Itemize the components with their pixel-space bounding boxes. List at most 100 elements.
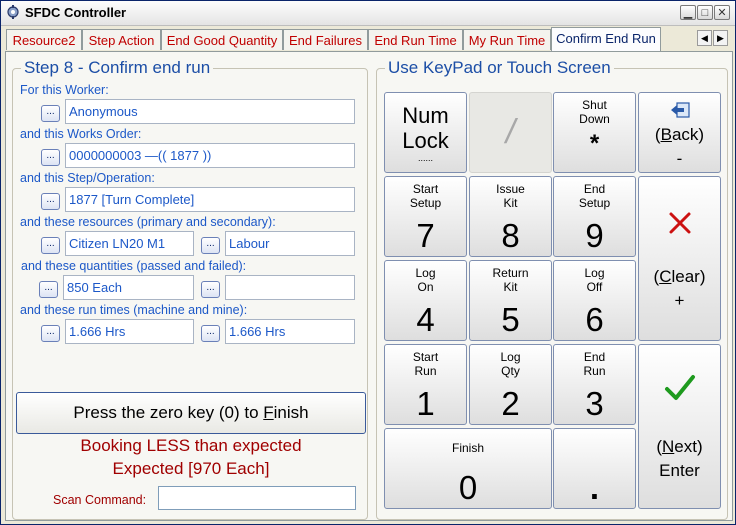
back-arrow-icon — [671, 102, 690, 118]
finish-button[interactable]: Press the zero key (0) to Finish — [16, 392, 366, 434]
back-key-sub: - — [676, 149, 683, 168]
warning-less-than-expected: Booking LESS than expected — [80, 436, 302, 455]
tab-step-action[interactable]: Step Action — [82, 29, 161, 50]
runtime-mine-browse-button[interactable]: ... — [201, 325, 220, 342]
key-7-digit: 7 — [416, 217, 435, 254]
key-4-digit: 4 — [416, 301, 435, 338]
key-8-issue-kit[interactable]: Issue Kit 8 — [469, 176, 552, 257]
worker-label: For this Worker: — [20, 83, 109, 97]
decimal-key-symbol: . — [589, 469, 600, 506]
shutdown-label-1: Shut — [582, 98, 607, 112]
tab-resource2[interactable]: Resource2 — [6, 29, 82, 50]
slash-key[interactable]: / — [469, 92, 552, 173]
numlock-line1: Num — [402, 103, 449, 128]
quantity-failed-browse-button[interactable]: ... — [201, 281, 220, 298]
clear-key-hotkey: C — [659, 267, 672, 286]
key-0-digit: 0 — [458, 469, 478, 506]
worker-field[interactable]: Anonymous — [65, 99, 355, 124]
shutdown-key[interactable]: Shut Down * — [553, 92, 636, 173]
minimize-icon[interactable]: ▁ — [680, 5, 696, 20]
key-6-log-off[interactable]: Log Off 6 — [553, 260, 636, 341]
tab-end-failures[interactable]: End Failures — [283, 29, 368, 50]
resources-label: and these resources (primary and seconda… — [20, 215, 276, 229]
key-8-label-1: Issue — [496, 182, 525, 196]
clear-key-post: lear) — [671, 267, 706, 286]
tab-strip: Resource2 Step Action End Good Quantity … — [5, 27, 733, 51]
works-order-field[interactable]: 0000000003 —(( 1877 )) — [65, 143, 355, 168]
title-bar[interactable]: SFDC Controller ▁ □ ✕ — [1, 1, 735, 26]
tab-end-good-quantity[interactable]: End Good Quantity — [161, 29, 283, 50]
decimal-key[interactable]: . — [553, 428, 636, 509]
key-5-digit: 5 — [501, 301, 520, 338]
next-enter-key[interactable]: (Next) Enter — [638, 344, 721, 509]
close-icon[interactable]: ✕ — [714, 5, 730, 20]
key-3-label-1: End — [583, 350, 606, 364]
key-8-label-2: Kit — [503, 196, 518, 210]
back-key-hotkey: B — [660, 125, 672, 144]
scan-command-input[interactable] — [158, 486, 356, 510]
next-key-sub: Enter — [659, 461, 700, 480]
scan-command-label: Scan Command: — [53, 493, 147, 507]
clear-key[interactable]: (Clear) + — [638, 176, 721, 341]
key-1-label-2: Run — [414, 364, 437, 378]
restore-icon[interactable]: □ — [697, 5, 713, 20]
shutdown-key-symbol: * — [589, 130, 600, 157]
numlock-key[interactable]: Num Lock ...... — [384, 92, 467, 173]
key-9-label-1: End — [583, 182, 606, 196]
key-4-log-on[interactable]: Log On 4 — [384, 260, 467, 341]
numlock-sub: ...... — [417, 153, 433, 163]
key-4-label-2: On — [417, 280, 434, 294]
operation-field[interactable]: 1877 [Turn Complete] — [65, 187, 355, 212]
works-order-label: and this Works Order: — [20, 127, 142, 141]
clear-key-label: (Clear) — [639, 265, 720, 288]
key-3-digit: 3 — [585, 385, 604, 422]
key-7-label-2: Setup — [409, 196, 442, 210]
worker-browse-button[interactable]: ... — [41, 105, 60, 122]
key-7-start-setup[interactable]: Start Setup 7 — [384, 176, 467, 257]
tab-scroll-left-icon[interactable]: ◀ — [697, 30, 712, 46]
key-9-digit: 9 — [585, 217, 604, 254]
key-2-log-qty[interactable]: Log Qty 2 — [469, 344, 552, 425]
back-key[interactable]: (Back) - — [638, 92, 721, 173]
slash-key-label: / — [505, 113, 516, 151]
clear-x-icon — [669, 212, 691, 234]
tab-confirm-end-run[interactable]: Confirm End Run — [551, 27, 661, 51]
key-3-end-run[interactable]: End Run 3 — [553, 344, 636, 425]
key-0-finish[interactable]: Finish 0 — [384, 428, 552, 509]
back-key-label: (Back) — [639, 123, 720, 146]
key-1-start-run[interactable]: Start Run 1 — [384, 344, 467, 425]
key-1-label-1: Start — [412, 350, 439, 364]
app-icon — [7, 5, 19, 19]
works-order-browse-button[interactable]: ... — [41, 149, 60, 166]
resource-primary-browse-button[interactable]: ... — [41, 237, 60, 254]
resource-secondary-field[interactable]: Labour — [225, 231, 355, 256]
finish-button-text-pre: Press the zero key (0) to — [73, 403, 264, 422]
key-7-label-1: Start — [412, 182, 439, 196]
key-6-label-2: Off — [586, 280, 603, 294]
runtime-machine-browse-button[interactable]: ... — [41, 325, 60, 342]
quantity-passed-browse-button[interactable]: ... — [39, 281, 58, 298]
resource-primary-field[interactable]: Citizen LN20 M1 — [65, 231, 194, 256]
key-2-digit: 2 — [501, 385, 520, 422]
key-6-digit: 6 — [585, 301, 604, 338]
quantity-passed-field[interactable]: 850 Each — [63, 275, 194, 300]
runtimes-label: and these run times (machine and mine): — [20, 303, 248, 317]
finish-button-key: F — [263, 403, 274, 422]
key-5-label-2: Kit — [503, 280, 518, 294]
quantity-failed-field[interactable] — [225, 275, 355, 300]
key-0-label: Finish — [451, 441, 484, 455]
back-key-post: ack) — [671, 125, 705, 144]
operation-browse-button[interactable]: ... — [41, 193, 60, 210]
key-5-return-kit[interactable]: Return Kit 5 — [469, 260, 552, 341]
runtime-machine-field[interactable]: 1.666 Hrs — [65, 319, 194, 344]
next-key-post: ext) — [674, 437, 703, 456]
numlock-line2: Lock — [402, 128, 449, 153]
key-2-label-2: Qty — [501, 364, 520, 378]
tab-my-run-time[interactable]: My Run Time — [463, 29, 551, 50]
resource-secondary-browse-button[interactable]: ... — [201, 237, 220, 254]
key-9-end-setup[interactable]: End Setup 9 — [553, 176, 636, 257]
tab-scroll-right-icon[interactable]: ▶ — [713, 30, 728, 46]
tab-end-run-time[interactable]: End Run Time — [368, 29, 463, 50]
runtime-mine-field[interactable]: 1.666 Hrs — [225, 319, 355, 344]
warning-expected-quantity: Expected [970 Each] — [112, 459, 270, 478]
